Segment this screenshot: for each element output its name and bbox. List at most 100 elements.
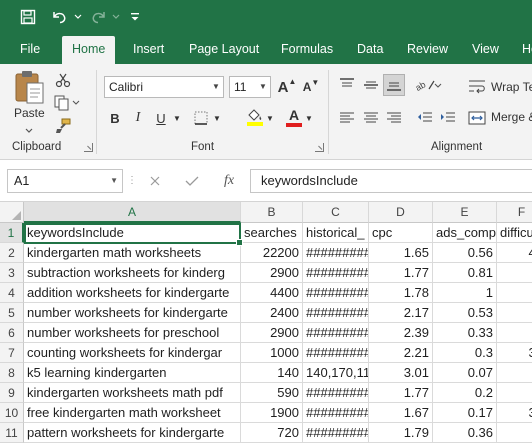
cell-f7[interactable]: 31	[497, 343, 532, 363]
font-launcher-icon[interactable]	[315, 143, 324, 152]
cell-a9[interactable]: kindergarten worksheets math pdf	[24, 383, 241, 403]
column-header-a[interactable]: A	[24, 202, 241, 223]
align-center-icon[interactable]	[360, 107, 382, 129]
cell-a4[interactable]: addition worksheets for kindergarte	[24, 283, 241, 303]
redo-dropdown-icon[interactable]	[110, 7, 122, 27]
cell-c5[interactable]: #########	[303, 303, 369, 323]
column-header-d[interactable]: D	[369, 202, 433, 223]
column-header-b[interactable]: B	[241, 202, 303, 223]
cell-f5[interactable]	[497, 303, 532, 323]
cell-e6[interactable]: 0.33	[433, 323, 497, 343]
redo-icon[interactable]	[89, 7, 109, 27]
cell-f3[interactable]	[497, 263, 532, 283]
font-name-dropdown-icon[interactable]: ▼	[209, 77, 223, 97]
cell-e8[interactable]: 0.07	[433, 363, 497, 383]
tab-home[interactable]: Home	[62, 36, 116, 64]
cell-e4[interactable]: 1	[433, 283, 497, 303]
font-size-dropdown-icon[interactable]: ▼	[256, 77, 270, 97]
copy-icon[interactable]	[52, 92, 82, 114]
cell-f1[interactable]: difficu	[497, 223, 532, 243]
formula-input[interactable]: keywordsInclude	[250, 169, 532, 193]
cell-b9[interactable]: 590	[241, 383, 303, 403]
cancel-icon[interactable]	[143, 171, 167, 191]
cell-e2[interactable]: 0.56	[433, 243, 497, 263]
customize-qat-icon[interactable]	[125, 7, 145, 27]
cell-a6[interactable]: number worksheets for preschool	[24, 323, 241, 343]
cell-b10[interactable]: 1900	[241, 403, 303, 423]
row-header-9[interactable]: 9	[0, 383, 24, 403]
cell-c4[interactable]: #########	[303, 283, 369, 303]
cell-d9[interactable]: 1.77	[369, 383, 433, 403]
tab-data[interactable]: Data	[357, 34, 383, 64]
cell-d2[interactable]: 1.65	[369, 243, 433, 263]
clipboard-launcher-icon[interactable]	[84, 143, 93, 152]
tab-view[interactable]: View	[472, 34, 499, 64]
cell-d7[interactable]: 2.21	[369, 343, 433, 363]
cell-f11[interactable]	[497, 423, 532, 443]
cell-e1[interactable]: ads_comp	[433, 223, 497, 243]
paste-dropdown-icon[interactable]	[25, 123, 35, 133]
cell-c8[interactable]: 140,170,11	[303, 363, 369, 383]
row-header-1[interactable]: 1	[0, 223, 24, 243]
align-left-icon[interactable]	[336, 107, 358, 129]
cell-e3[interactable]: 0.81	[433, 263, 497, 283]
underline-dropdown-icon[interactable]: ▼	[171, 107, 183, 129]
tab-help[interactable]: He	[522, 34, 532, 64]
shrink-font-button[interactable]: A ▼	[300, 76, 322, 98]
row-header-7[interactable]: 7	[0, 343, 24, 363]
cell-d6[interactable]: 2.39	[369, 323, 433, 343]
cell-e7[interactable]: 0.3	[433, 343, 497, 363]
tab-insert[interactable]: Insert	[133, 34, 164, 64]
cell-f9[interactable]	[497, 383, 532, 403]
top-align-icon[interactable]	[336, 74, 358, 96]
row-header-11[interactable]: 11	[0, 423, 24, 443]
font-color-dropdown-icon[interactable]: ▼	[303, 107, 315, 129]
cell-a5[interactable]: number worksheets for kindergarte	[24, 303, 241, 323]
cell-b11[interactable]: 720	[241, 423, 303, 443]
merge-center-icon[interactable]	[466, 107, 488, 129]
paste-label[interactable]: Paste	[14, 106, 45, 120]
cell-a2[interactable]: kindergarten math worksheets	[24, 243, 241, 263]
cell-f4[interactable]	[497, 283, 532, 303]
cell-d8[interactable]: 3.01	[369, 363, 433, 383]
wrap-text-label[interactable]: Wrap Te	[491, 80, 532, 94]
save-icon[interactable]	[18, 7, 38, 27]
cell-b2[interactable]: 22200	[241, 243, 303, 263]
underline-button[interactable]: U	[150, 107, 172, 129]
row-header-3[interactable]: 3	[0, 263, 24, 283]
cell-a7[interactable]: counting worksheets for kindergar	[24, 343, 241, 363]
paste-icon[interactable]	[12, 69, 46, 105]
undo-dropdown-icon[interactable]	[72, 7, 84, 27]
cell-d4[interactable]: 1.78	[369, 283, 433, 303]
column-header-e[interactable]: E	[433, 202, 497, 223]
row-header-6[interactable]: 6	[0, 323, 24, 343]
font-size-combo[interactable]: 11 ▼	[229, 76, 271, 98]
name-box[interactable]: A1 ▼	[7, 169, 123, 193]
column-header-f[interactable]: F	[497, 202, 532, 223]
cell-e5[interactable]: 0.53	[433, 303, 497, 323]
borders-dropdown-icon[interactable]: ▼	[211, 107, 223, 129]
tab-formulas[interactable]: Formulas	[281, 34, 333, 64]
cell-a3[interactable]: subtraction worksheets for kinderg	[24, 263, 241, 283]
row-header-10[interactable]: 10	[0, 403, 24, 423]
cell-d10[interactable]: 1.67	[369, 403, 433, 423]
cell-a8[interactable]: k5 learning kindergarten	[24, 363, 241, 383]
cell-b3[interactable]: 2900	[241, 263, 303, 283]
cell-c3[interactable]: #########	[303, 263, 369, 283]
name-box-dropdown-icon[interactable]: ▼	[110, 170, 118, 192]
cell-a10[interactable]: free kindergarten math worksheet	[24, 403, 241, 423]
wrap-text-icon[interactable]	[466, 76, 488, 98]
cell-d5[interactable]: 2.17	[369, 303, 433, 323]
row-header-5[interactable]: 5	[0, 303, 24, 323]
cell-f10[interactable]: 36	[497, 403, 532, 423]
cell-c6[interactable]: #########	[303, 323, 369, 343]
cell-c11[interactable]: #########	[303, 423, 369, 443]
cell-a11[interactable]: pattern worksheets for kindergarte	[24, 423, 241, 443]
bold-button[interactable]: B	[104, 107, 126, 129]
column-header-c[interactable]: C	[303, 202, 369, 223]
format-painter-icon[interactable]	[52, 115, 74, 137]
cell-c10[interactable]: #########	[303, 403, 369, 423]
fill-color-dropdown-icon[interactable]: ▼	[264, 107, 276, 129]
align-right-icon[interactable]	[383, 107, 405, 129]
borders-icon[interactable]	[190, 107, 212, 129]
